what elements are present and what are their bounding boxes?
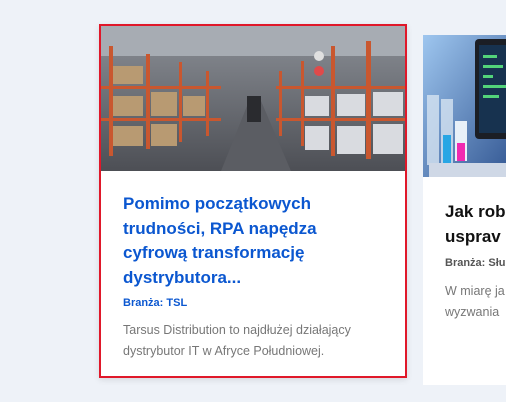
- card-title-line-2: usprav: [445, 226, 501, 246]
- card-description: Tarsus Distribution to najdłużej działaj…: [123, 323, 351, 358]
- case-study-card-lab[interactable]: Jak rob usprav Branża: Słu W miarę ja wyzw…: [423, 35, 506, 385]
- card-description-line-1: W miarę ja: [445, 284, 505, 298]
- case-study-card-rpa[interactable]: Pomimo początkowych trudności, RPA napęd…: [99, 24, 407, 378]
- card-title[interactable]: Pomimo początkowych trudności, RPA napęd…: [123, 192, 363, 290]
- industry-label: Branża: Słu: [445, 257, 506, 269]
- card-title-line-1: Jak rob: [445, 202, 506, 221]
- warehouse-photo: [101, 26, 405, 171]
- card-description: W miarę ja wyzwania: [445, 281, 506, 323]
- industry-label: Branża: TSL: [123, 297, 188, 309]
- card-description-line-2: wyzwania: [445, 305, 500, 319]
- card-title[interactable]: Jak rob usprav: [445, 200, 506, 249]
- laboratory-photo: [423, 35, 506, 177]
